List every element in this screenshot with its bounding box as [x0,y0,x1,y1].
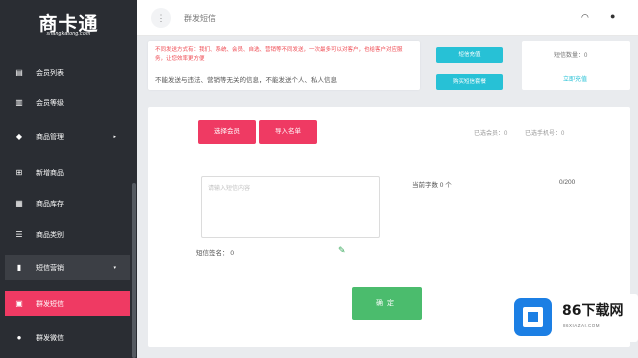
notice-card: 不同发送方式有：我们、系统、会员、自选、营销等不同发送，一次最多可以对客户，也给… [148,41,420,90]
tag-icon: ◆ [15,132,23,141]
sidebar-item-add-goods[interactable]: ⊞ 新增商品 [5,160,130,185]
sidebar-item-label: 新增商品 [36,169,64,177]
sidebar-item-category[interactable]: ☰ 商品类别 [5,222,130,247]
edit-pen-icon[interactable]: ✎ [338,245,346,256]
select-members-button[interactable]: 选择会员 [198,120,256,144]
sidebar: 商卡通 shangkatong.com ▤ 会员列表 ▥ 会员等级 ◆ 商品管理… [0,0,137,358]
confirm-send-button[interactable]: 确定 [352,287,422,320]
selected-phones-count: 已选手机号：0 [525,131,565,137]
sidebar-item-label: 短信营销 [36,264,64,272]
sidebar-item-label: 群发短信 [36,300,64,308]
box-icon [514,298,552,336]
chevron-right-icon: ▸ [113,133,116,140]
char-count-text: 当前字数 0 个 [412,182,452,189]
watermark-subtitle: 86XIAZAI.COM [563,323,601,328]
page-title: 群发短信 [184,14,216,23]
notice-warning-text: 不同发送方式有：我们、系统、会员、自选、营销等不同发送，一次最多可以对客户，也给… [155,47,403,62]
sidebar-item-label: 商品类别 [36,231,64,239]
sidebar-item-goods-manage[interactable]: ◆ 商品管理 ▸ [5,124,130,149]
sidebar-item-mass-sms[interactable]: ▣ 群发短信 [5,291,130,316]
recharge-sms-button[interactable]: 短信充值 [436,47,503,63]
book-icon: ▮ [16,263,22,272]
sidebar-item-label: 会员列表 [36,69,64,77]
signature-label: 短信签名： [196,250,229,257]
notice-rule-text: 不能发送与违法、营销等无关的信息，不能发送个人、私人信息 [155,77,337,84]
sidebar-item-stock[interactable]: ▦ 商品库存 [5,191,130,216]
sms-quota-card: 短信数量：0 立即充值 [522,41,630,90]
buy-sms-package-button[interactable]: 购买短信套餐 [436,74,503,90]
logo-subtitle: shangkatong.com [46,31,91,37]
sidebar-item-mass-wechat[interactable]: ● 群发微信 [5,325,130,350]
user-icon[interactable]: ● [610,11,615,21]
menu-toggle-icon[interactable]: ⋮ [151,8,171,28]
recharge-now-link[interactable]: 立即充值 [563,74,587,83]
sms-quota-label: 短信数量：0 [554,53,588,59]
signature-value: 0 [230,250,234,257]
sidebar-item-label: 群发微信 [36,334,64,342]
sidebar-item-label: 商品管理 [36,133,64,141]
headset-icon[interactable]: ◠ [581,12,589,23]
selected-members-count: 已选会员：0 [474,131,508,137]
watermark-title: 86下载网 [562,303,624,319]
sidebar-item-label: 会员等级 [36,99,64,107]
level-icon: ▥ [15,98,23,107]
sidebar-item-label: 商品库存 [36,200,64,208]
sms-content-placeholder: 请输入短信内容 [208,186,251,192]
logo[interactable]: 商卡通 shangkatong.com [0,0,137,50]
import-list-button[interactable]: 导入名单 [259,120,317,144]
wechat-icon: ● [16,333,22,342]
sidebar-item-member-list[interactable]: ▤ 会员列表 [5,60,130,85]
sms-content-textarea[interactable]: 请输入短信内容 [201,176,380,238]
sidebar-scrollbar[interactable] [132,183,136,358]
top-header: ⋮ 群发短信 ◠ ● [137,0,638,36]
signature-row: 短信签名： 0 [196,247,234,257]
cart-icon: ⊞ [15,168,23,177]
chevron-down-icon: ▾ [113,264,116,271]
user-badge-icon: ▤ [15,68,23,77]
watermark-logo: 86下载网 86XIAZAI.COM [510,294,638,342]
list-icon: ☰ [15,230,23,239]
sms-icon: ▣ [15,299,23,308]
sidebar-item-member-level[interactable]: ▥ 会员等级 [5,90,130,115]
char-limit-text: 0/200 [559,179,576,186]
stock-icon: ▦ [15,199,23,208]
sidebar-item-sms-marketing[interactable]: ▮ 短信营销 ▾ [5,255,130,280]
